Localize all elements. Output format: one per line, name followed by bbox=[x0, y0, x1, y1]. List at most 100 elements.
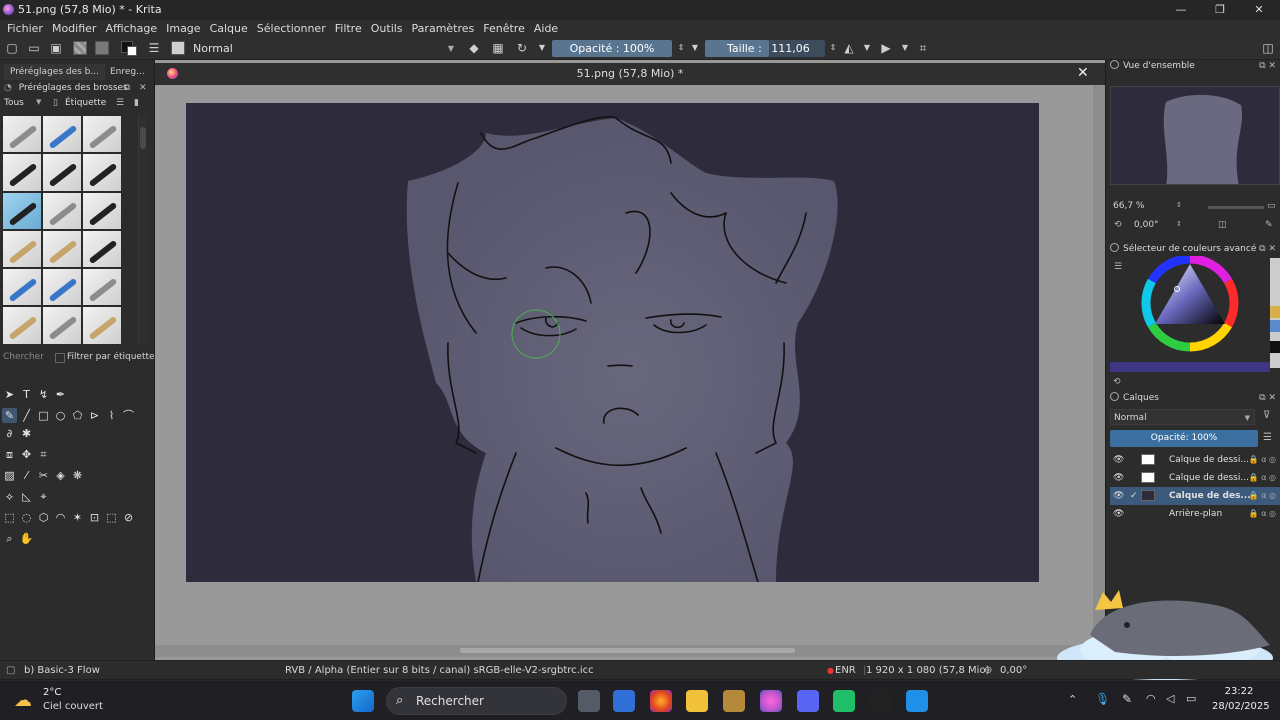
rectangle-tool-icon[interactable]: □ bbox=[36, 408, 51, 423]
brush-preset[interactable] bbox=[82, 115, 122, 154]
menu-calque[interactable]: Calque bbox=[210, 20, 248, 37]
measure-tool-icon[interactable]: ◺ bbox=[19, 489, 34, 504]
reload-preset-icon[interactable]: ↻ bbox=[515, 41, 529, 55]
menu-outils[interactable]: Outils bbox=[371, 20, 403, 37]
chevron-down-icon[interactable]: ▼ bbox=[860, 41, 874, 55]
freehand-path-tool-icon[interactable]: ⌒ bbox=[121, 408, 136, 423]
minimize-button[interactable]: — bbox=[1173, 2, 1189, 18]
color-selector-settings-icon[interactable]: ☰ bbox=[1114, 262, 1122, 272]
brush-preset[interactable] bbox=[42, 268, 82, 307]
layer-menu-icon[interactable]: ☰ bbox=[1263, 432, 1272, 443]
microphone-icon[interactable]: 🎙 bbox=[1095, 692, 1110, 706]
opacity-slider[interactable]: Opacité : 100% bbox=[552, 40, 672, 57]
brush-preset[interactable] bbox=[2, 153, 42, 192]
docker-menu-icon[interactable]: ▮ bbox=[134, 98, 139, 108]
file-explorer-icon[interactable] bbox=[686, 690, 708, 712]
volume-icon[interactable]: ◁ bbox=[1166, 692, 1174, 705]
zoom-tool-icon[interactable]: ⌕ bbox=[2, 531, 17, 546]
menu-aide[interactable]: Aide bbox=[534, 20, 558, 37]
color-space-label[interactable]: RVB / Alpha (Entier sur 8 bits / canal) … bbox=[285, 661, 594, 680]
view-mode-icon[interactable]: ☰ bbox=[116, 98, 124, 108]
chevron-down-icon[interactable]: ▼ bbox=[36, 98, 41, 106]
brush-preset[interactable] bbox=[2, 268, 42, 307]
brush-preset[interactable] bbox=[82, 153, 122, 192]
chevron-down-icon[interactable]: ▼ bbox=[688, 41, 702, 55]
fit-view-icon[interactable]: ▭ bbox=[1267, 201, 1276, 211]
brush-preset-icon[interactable] bbox=[171, 41, 185, 55]
fill-tool-icon[interactable]: ◈ bbox=[53, 468, 68, 483]
canvas-vertical-scrollbar[interactable] bbox=[1093, 85, 1105, 645]
brush-preset[interactable] bbox=[42, 229, 82, 269]
crop-tool-icon[interactable]: ⌗ bbox=[36, 447, 51, 462]
dynamic-brush-tool-icon[interactable]: ∂ bbox=[2, 426, 17, 441]
brush-preset[interactable] bbox=[42, 306, 82, 345]
chevron-down-icon[interactable]: ▼ bbox=[898, 41, 912, 55]
recording-label[interactable]: ENR bbox=[835, 661, 856, 680]
app-icon[interactable] bbox=[906, 690, 928, 712]
brush-grid-scrollbar[interactable] bbox=[138, 115, 147, 345]
taskbar-search-box[interactable]: ⌕ Rechercher bbox=[386, 687, 567, 715]
weather-temperature[interactable]: 2°C bbox=[43, 687, 61, 698]
float-docker-icon[interactable]: ⧉ bbox=[124, 83, 130, 93]
canvas-horizontal-scrollbar[interactable] bbox=[155, 645, 1093, 657]
menu-affichage[interactable]: Affichage bbox=[105, 20, 157, 37]
move-tool-icon[interactable]: ✥ bbox=[19, 447, 34, 462]
edit-shapes-tool-icon[interactable]: ↯ bbox=[36, 387, 51, 402]
size-stepper-icon[interactable]: ⇕ bbox=[826, 41, 840, 55]
brush-preset[interactable] bbox=[82, 229, 122, 269]
bezier-tool-icon[interactable]: ⌇ bbox=[104, 408, 119, 423]
filter-icon[interactable]: ⊽ bbox=[1263, 410, 1270, 421]
weather-icon[interactable]: ☁ bbox=[14, 690, 32, 711]
app-icon[interactable] bbox=[833, 690, 855, 712]
brush-preset-eraser[interactable] bbox=[2, 115, 42, 154]
brush-preset[interactable] bbox=[82, 191, 122, 230]
document-tab-title[interactable]: 51.png (57,8 Mio) * bbox=[155, 67, 1105, 80]
layer-properties-icons[interactable]: 🔒 α ◎ bbox=[1249, 451, 1276, 469]
stepper-icon[interactable]: ⇕ bbox=[1176, 201, 1182, 209]
chevron-up-icon[interactable]: ⌃ bbox=[1068, 693, 1077, 706]
save-icon[interactable]: ▣ bbox=[49, 41, 63, 55]
docker-buttons-icon[interactable]: ⧉ ✕ bbox=[1259, 391, 1276, 405]
pan-tool-icon[interactable]: ✋ bbox=[19, 531, 34, 546]
ellipse-tool-icon[interactable]: ○ bbox=[53, 408, 68, 423]
open-document-icon[interactable]: ▭ bbox=[27, 41, 41, 55]
firefox-icon[interactable] bbox=[650, 690, 672, 712]
layer-row[interactable]: 👁 Arrière-plan 🔒 α ◎ bbox=[1110, 505, 1280, 523]
close-window-button[interactable]: ✕ bbox=[1251, 2, 1267, 18]
brush-preset-selected[interactable] bbox=[2, 191, 42, 230]
brush-preset[interactable] bbox=[42, 115, 82, 154]
eraser-mode-icon[interactable]: ◆ bbox=[467, 41, 481, 55]
overview-thumbnail[interactable] bbox=[1110, 86, 1280, 185]
clock-date[interactable]: 28/02/2025 bbox=[1212, 701, 1270, 712]
magnetic-select-tool-icon[interactable]: ⊘ bbox=[121, 510, 136, 525]
scrollbar-thumb[interactable] bbox=[460, 648, 795, 653]
opacity-stepper-icon[interactable]: ⇕ bbox=[674, 41, 688, 55]
zoom-value[interactable]: 66,7 % bbox=[1113, 201, 1144, 211]
store-icon[interactable] bbox=[613, 690, 635, 712]
bezier-select-tool-icon[interactable]: ⬚ bbox=[104, 510, 119, 525]
capcut-icon[interactable] bbox=[870, 690, 892, 712]
workspace-icon[interactable]: ◫ bbox=[1261, 41, 1275, 55]
layer-properties-icons[interactable]: 🔒 α ◎ bbox=[1249, 469, 1276, 487]
layer-opacity-slider[interactable]: Opacité: 100% bbox=[1110, 430, 1258, 447]
clock-time[interactable]: 23:22 bbox=[1212, 686, 1266, 697]
brush-preset[interactable] bbox=[82, 268, 122, 307]
size-slider[interactable]: Taille : 111,06 px bbox=[705, 40, 825, 72]
gradient-swatch[interactable] bbox=[73, 41, 87, 55]
tag-selector[interactable]: Étiquette bbox=[65, 98, 106, 108]
brush-preset[interactable] bbox=[42, 191, 82, 230]
app-icon[interactable] bbox=[723, 690, 745, 712]
mirror-view-icon[interactable]: ◫ bbox=[1218, 220, 1227, 230]
polygon-tool-icon[interactable]: ⬠ bbox=[70, 408, 85, 423]
wrap-around-icon[interactable]: ⌗ bbox=[916, 41, 930, 55]
discord-icon[interactable] bbox=[797, 690, 819, 712]
brush-preset[interactable] bbox=[2, 306, 42, 345]
brush-search-input[interactable]: Chercher bbox=[3, 352, 44, 362]
similar-select-tool-icon[interactable]: ⊡ bbox=[87, 510, 102, 525]
layer-row-selected[interactable]: 👁 ✓ Calque de des... 🔒 α ◎ bbox=[1110, 487, 1280, 505]
layer-blend-mode-select[interactable]: Normal ▼ bbox=[1110, 409, 1255, 425]
visibility-eye-icon[interactable]: 👁 bbox=[1113, 505, 1124, 523]
line-tool-icon[interactable]: ╱ bbox=[19, 408, 34, 423]
tab-record[interactable]: Enreg... bbox=[104, 64, 151, 80]
visibility-eye-icon[interactable]: 👁 bbox=[1113, 451, 1124, 469]
